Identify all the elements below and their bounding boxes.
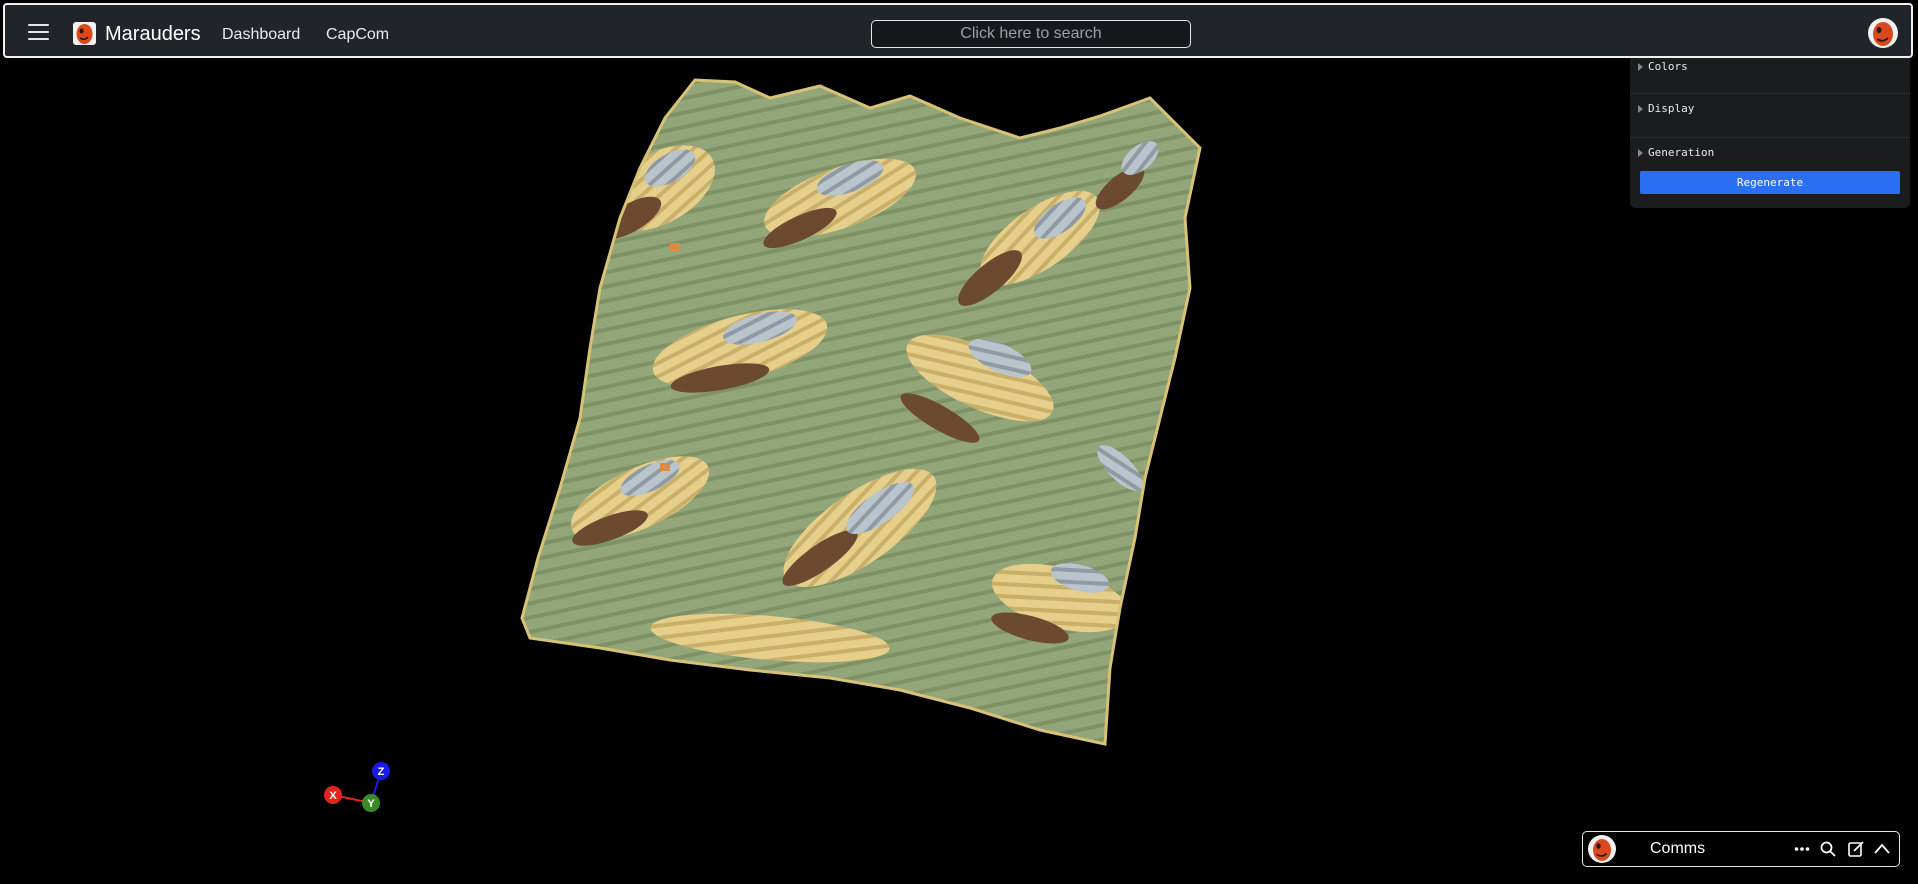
hamburger-icon[interactable] [28, 24, 49, 41]
search-icon[interactable] [1819, 840, 1837, 858]
chevron-up-icon[interactable] [1873, 840, 1891, 858]
axis-x-label: X [329, 790, 337, 802]
chevron-right-icon [1638, 105, 1643, 113]
comms-widget[interactable]: Comms [1582, 831, 1900, 867]
folder-generation[interactable]: Generation [1638, 144, 1902, 162]
top-navbar: Marauders Dashboard CapCom Click here to… [3, 3, 1913, 58]
axis-y-label: Y [367, 798, 375, 810]
panel-divider [1630, 137, 1910, 138]
nav-dashboard-link[interactable]: Dashboard [222, 25, 300, 45]
user-avatar[interactable] [1867, 17, 1899, 49]
panel-divider [1630, 93, 1910, 94]
folder-display[interactable]: Display [1638, 100, 1902, 118]
comms-avatar [1588, 835, 1616, 863]
folder-colors[interactable]: Colors [1638, 58, 1902, 76]
more-icon[interactable] [1793, 840, 1811, 858]
folder-display-label: Display [1648, 102, 1695, 115]
folder-colors-label: Colors [1648, 60, 1688, 73]
compose-icon[interactable] [1847, 840, 1865, 858]
voxel-terrain[interactable] [520, 78, 1225, 748]
marauder-mask-icon[interactable] [72, 21, 97, 46]
regenerate-button[interactable]: Regenerate [1640, 171, 1900, 194]
nav-capcom-link[interactable]: CapCom [326, 25, 389, 45]
comms-title: Comms [1650, 840, 1706, 857]
axis-z-label: Z [378, 766, 385, 778]
search-input[interactable]: Click here to search [871, 20, 1191, 48]
chevron-right-icon [1638, 149, 1643, 157]
controls-panel: Colors Display Generation Regenerate [1630, 58, 1910, 208]
axis-gizmo: X Z Y [324, 762, 390, 812]
brand-name[interactable]: Marauders [105, 22, 201, 46]
folder-generation-label: Generation [1648, 146, 1715, 159]
chevron-right-icon [1638, 63, 1643, 71]
